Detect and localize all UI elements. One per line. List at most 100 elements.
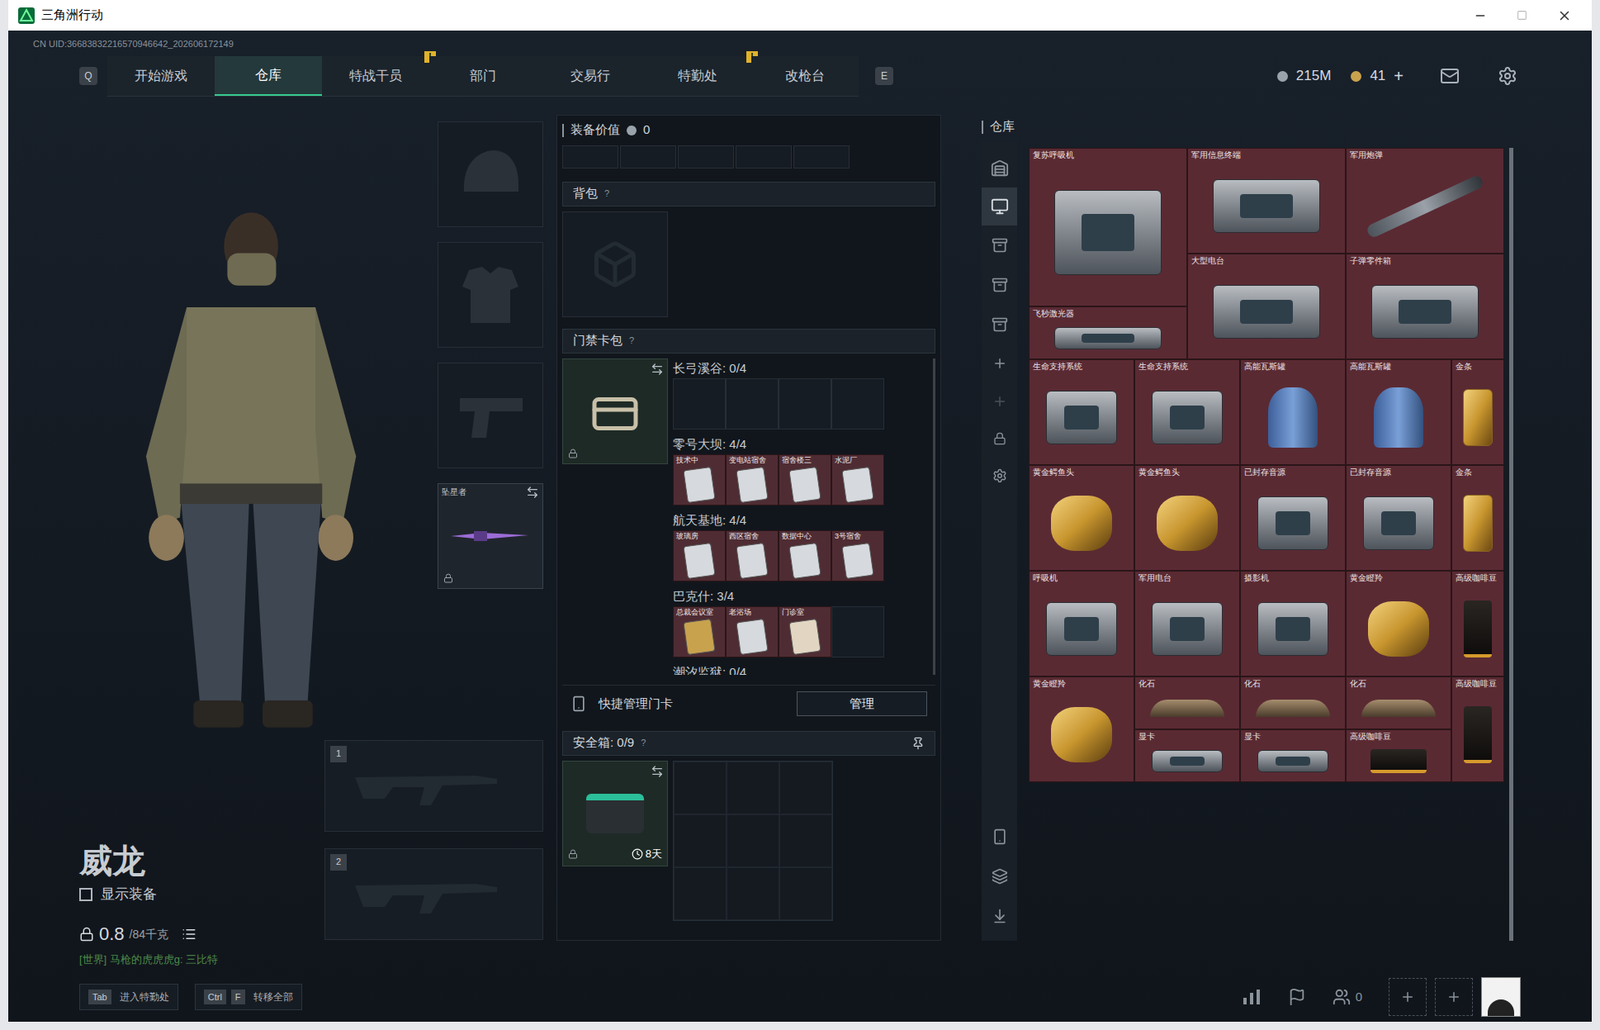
prev-tab-key[interactable]: Q bbox=[79, 66, 98, 86]
team-slot[interactable] bbox=[1388, 977, 1427, 1016]
safe-cell[interactable] bbox=[673, 866, 727, 920]
keycard-cell[interactable] bbox=[831, 605, 885, 658]
keycard-cell[interactable]: 西区宿舍 bbox=[725, 530, 779, 582]
storage-tab-icon[interactable] bbox=[991, 316, 1009, 333]
nav-tab[interactable]: 改枪台 bbox=[751, 56, 859, 96]
warehouse-item[interactable]: 复苏呼吸机 bbox=[1028, 147, 1188, 307]
player-avatar[interactable] bbox=[1481, 976, 1521, 1017]
sort-icon[interactable] bbox=[991, 907, 1009, 924]
safe-cell[interactable] bbox=[779, 866, 833, 920]
warehouse-item[interactable]: 已封存音源 bbox=[1240, 464, 1346, 571]
warehouse-item[interactable]: 军用电台 bbox=[1134, 570, 1241, 677]
nav-tab[interactable]: 特战干员! bbox=[321, 56, 430, 96]
maximize-icon[interactable] bbox=[1516, 9, 1528, 21]
warehouse-item[interactable]: 黄金鳄鱼头 bbox=[1028, 464, 1135, 571]
nav-tab[interactable]: 交易行 bbox=[536, 56, 644, 96]
warehouse-item[interactable]: 黄金鳄鱼头 bbox=[1134, 464, 1241, 571]
shortcut-hint[interactable]: Tab进入特勤处 bbox=[79, 983, 179, 1010]
chest-rig-slot[interactable] bbox=[677, 145, 734, 169]
stats-icon[interactable] bbox=[1241, 987, 1262, 1006]
layers-icon[interactable] bbox=[991, 867, 1009, 885]
swap-icon[interactable] bbox=[650, 764, 664, 778]
add-storage-icon[interactable] bbox=[992, 355, 1008, 371]
keycard-cell[interactable] bbox=[672, 378, 726, 430]
keycard-cell[interactable]: 数据中心 bbox=[778, 530, 832, 582]
warehouse-item[interactable]: 高能瓦斯罐 bbox=[1240, 359, 1346, 465]
nav-tab[interactable]: 仓库 bbox=[214, 56, 322, 96]
gear-icon[interactable] bbox=[992, 468, 1008, 483]
warehouse-item[interactable]: 显卡 bbox=[1240, 728, 1346, 782]
nav-tab[interactable]: 特勤处! bbox=[643, 56, 752, 96]
warehouse-item[interactable]: 高级咖啡豆 bbox=[1451, 570, 1505, 677]
equipment-slot[interactable] bbox=[437, 241, 544, 348]
safe-cell[interactable] bbox=[779, 761, 833, 815]
keycard-cell[interactable]: 技术中 bbox=[672, 454, 726, 506]
storage-tab-icon[interactable] bbox=[991, 276, 1009, 294]
keycard-cell[interactable]: 门诊室 bbox=[778, 605, 832, 658]
warehouse-item[interactable]: 大型电台 bbox=[1187, 253, 1346, 360]
minimize-icon[interactable] bbox=[1473, 9, 1487, 23]
weapon-slot[interactable]: 2 bbox=[324, 847, 544, 940]
warehouse-item[interactable]: 高级咖啡豆 bbox=[1345, 728, 1452, 782]
warehouse-item[interactable]: 已封存音源 bbox=[1345, 464, 1452, 571]
warehouse-item[interactable]: 显卡 bbox=[1134, 728, 1241, 782]
help-mark[interactable]: ? bbox=[604, 186, 610, 201]
warehouse-item[interactable]: 金条 bbox=[1451, 464, 1505, 571]
chest-rig-slot[interactable] bbox=[620, 145, 677, 169]
chest-rig-slot[interactable] bbox=[562, 145, 619, 169]
warehouse-item[interactable]: 生命支持系统 bbox=[1134, 359, 1241, 465]
safe-cell[interactable] bbox=[726, 866, 780, 920]
nav-tab[interactable]: 开始游戏 bbox=[107, 56, 215, 96]
safe-box-slot[interactable]: 8天 bbox=[562, 760, 668, 867]
warehouse-item[interactable]: 黄金瞪羚 bbox=[1028, 676, 1135, 782]
safe-cell[interactable] bbox=[673, 761, 727, 815]
safe-cell[interactable] bbox=[673, 814, 727, 867]
mail-icon[interactable] bbox=[1439, 66, 1460, 86]
warehouse-item[interactable]: 军用炮弹 bbox=[1345, 147, 1505, 254]
swap-icon[interactable] bbox=[650, 362, 664, 376]
chest-rig-slot[interactable] bbox=[793, 145, 850, 169]
keycard-cell[interactable]: 玻璃房 bbox=[672, 530, 726, 582]
pin-icon[interactable] bbox=[911, 736, 925, 750]
nav-tab[interactable]: 部门 bbox=[429, 56, 537, 96]
warehouse-item[interactable]: 子弹零件箱 bbox=[1345, 253, 1505, 360]
add-storage-icon[interactable] bbox=[992, 393, 1008, 409]
close-icon[interactable] bbox=[1557, 8, 1572, 24]
warehouse-scrollbar[interactable] bbox=[1509, 147, 1514, 941]
warehouse-item[interactable]: 高级咖啡豆 bbox=[1451, 676, 1505, 782]
warehouse-item[interactable]: 化石 bbox=[1134, 676, 1241, 729]
keycard-cell[interactable]: 总裁会议室 bbox=[672, 605, 726, 658]
warehouse-item[interactable]: 飞秒激光器 bbox=[1028, 306, 1188, 360]
keycard-cell[interactable]: 3号宿舍 bbox=[831, 530, 885, 582]
chest-rig-slot[interactable] bbox=[735, 145, 792, 169]
add-ticket-button[interactable]: + bbox=[1393, 63, 1404, 89]
keycard-cell[interactable]: 水泥厂 bbox=[831, 454, 885, 506]
safe-cell[interactable] bbox=[726, 761, 780, 815]
settings-icon[interactable] bbox=[1497, 66, 1518, 86]
storage-tab-icon[interactable] bbox=[991, 236, 1009, 254]
warehouse-item[interactable]: 金条 bbox=[1451, 359, 1505, 465]
team-slot[interactable] bbox=[1434, 977, 1473, 1016]
safe-cell[interactable] bbox=[726, 814, 780, 867]
backpack-slot[interactable] bbox=[562, 211, 668, 318]
keycard-cell[interactable]: 老浴场 bbox=[725, 605, 779, 658]
friends-count[interactable]: 0 bbox=[1332, 987, 1363, 1007]
safe-cell[interactable] bbox=[779, 814, 833, 867]
equipment-slot[interactable] bbox=[437, 362, 544, 469]
keycard-scrollbar[interactable] bbox=[932, 358, 936, 675]
checkbox[interactable] bbox=[79, 887, 93, 901]
weapon-slot[interactable]: 1 bbox=[324, 739, 544, 832]
equipment-slot[interactable] bbox=[437, 121, 544, 228]
manage-button[interactable]: 管理 bbox=[796, 691, 928, 716]
help-mark[interactable]: ? bbox=[640, 735, 646, 750]
warehouse-item[interactable]: 化石 bbox=[1240, 676, 1346, 729]
warehouse-item[interactable]: 化石 bbox=[1345, 676, 1452, 729]
keycard-cell[interactable]: 宿舍楼三 bbox=[778, 454, 832, 506]
warehouse-tab-icon[interactable] bbox=[990, 159, 1009, 178]
keycard-cell[interactable] bbox=[831, 378, 885, 430]
weight-details-icon[interactable] bbox=[181, 926, 197, 942]
warehouse-item[interactable]: 生命支持系统 bbox=[1028, 359, 1135, 465]
keycard-cell[interactable] bbox=[778, 378, 832, 430]
help-mark[interactable]: ? bbox=[629, 333, 635, 348]
warehouse-item[interactable]: 黄金瞪羚 bbox=[1345, 570, 1452, 677]
